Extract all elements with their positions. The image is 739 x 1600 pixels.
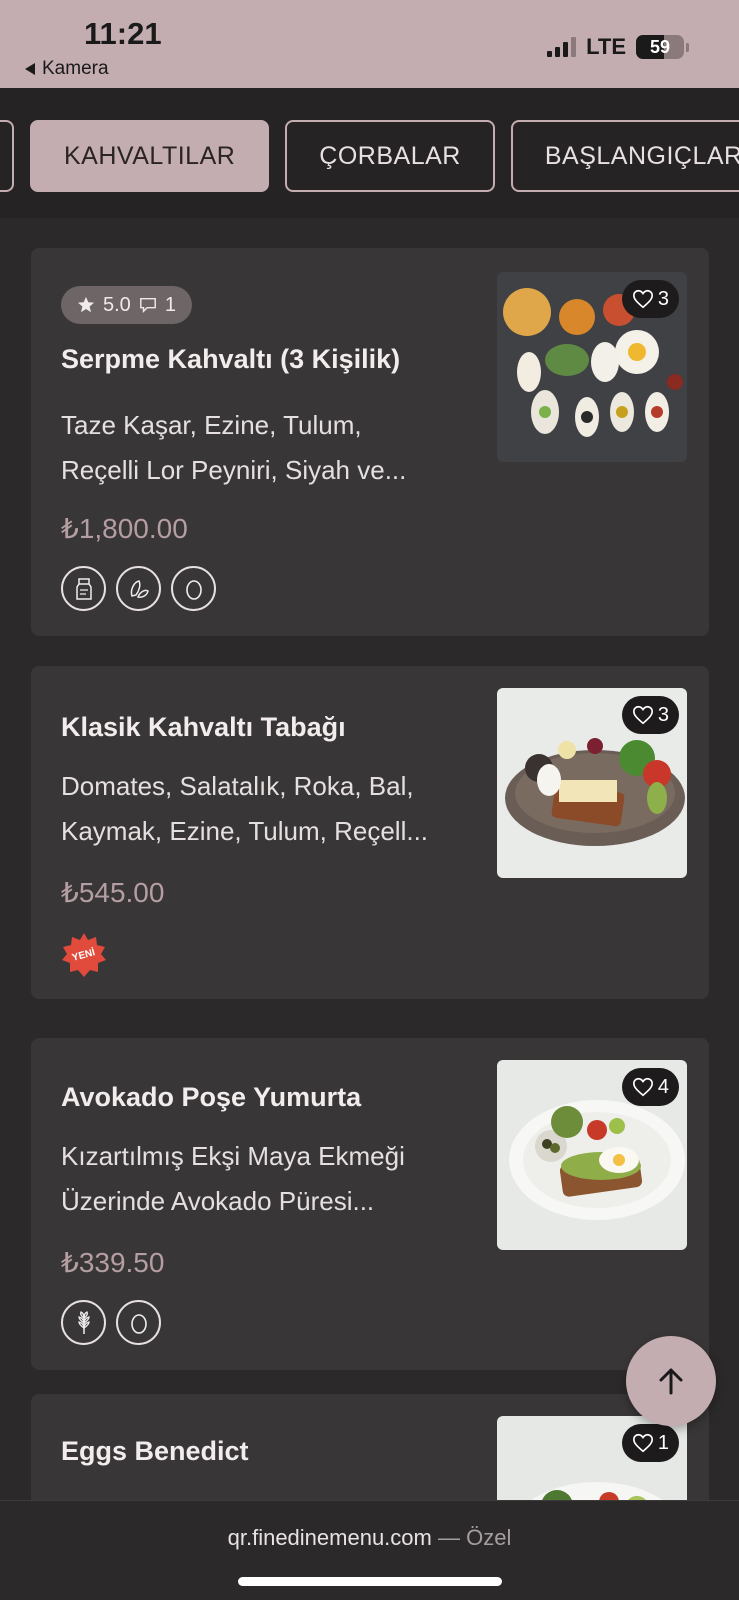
star-icon <box>77 296 95 313</box>
tab-baslangiclar[interactable]: BAŞLANGIÇLAR <box>510 120 739 192</box>
item-description: Domates, Salatalık, Roka, Bal, Kaymak, E… <box>61 771 429 846</box>
like-button[interactable]: 4 <box>621 1068 679 1106</box>
comment-count: 1 <box>164 293 176 316</box>
heart-icon <box>632 1077 653 1097</box>
item-description: Kızartılmış Ekşi Maya Ekmeği Üzerinde Av… <box>61 1141 405 1216</box>
menu-item-card[interactable]: 5.0 1 Serpme Kahvaltı (3 Kişilik) Taze K… <box>31 248 709 636</box>
menu-item-card[interactable]: Avokado Poşe Yumurta Kızartılmış Ekşi Ma… <box>31 1038 709 1370</box>
egg-icon <box>171 566 216 611</box>
item-title: Serpme Kahvaltı (3 Kişilik) <box>61 344 401 374</box>
egg-icon <box>116 1300 161 1345</box>
back-triangle-icon <box>25 63 35 75</box>
item-title: Eggs Benedict <box>61 1436 249 1466</box>
allergen-icons <box>61 1300 161 1345</box>
allergen-icons <box>61 566 216 611</box>
wheat-icon <box>61 1300 106 1345</box>
heart-icon <box>632 1433 653 1453</box>
item-price: ₺545.00 <box>61 877 165 908</box>
like-count: 4 <box>657 1075 669 1098</box>
item-photo[interactable]: 4 <box>497 1060 687 1250</box>
back-to-camera-link[interactable]: Kamera <box>24 58 109 80</box>
heart-icon <box>632 289 653 309</box>
status-indicators: LTE 59 <box>547 34 689 60</box>
rating-value: 5.0 <box>103 293 131 316</box>
item-price: ₺1,800.00 <box>61 513 188 544</box>
like-button[interactable]: 1 <box>621 1424 679 1462</box>
like-count: 1 <box>657 1431 669 1454</box>
url-display[interactable]: qr.finedinemenu.com — Özel <box>0 1525 739 1551</box>
browsing-mode: Özel <box>466 1525 512 1550</box>
item-title: Klasik Kahvaltı Tabağı <box>61 712 346 742</box>
arrow-up-icon <box>659 1368 683 1395</box>
url-text: qr.finedinemenu.com <box>227 1525 432 1550</box>
comment-icon <box>139 297 156 314</box>
home-indicator[interactable] <box>238 1577 502 1586</box>
new-badge: YENİ <box>61 932 107 978</box>
url-separator: — <box>437 1525 460 1550</box>
status-time: 11:21 <box>84 16 162 51</box>
browser-url-bar[interactable]: qr.finedinemenu.com — Özel <box>0 1500 739 1600</box>
like-count: 3 <box>657 703 669 726</box>
signal-icon <box>547 37 577 57</box>
tab-corbalar[interactable]: ÇORBALAR <box>285 120 495 192</box>
battery-level: 59 <box>649 36 671 57</box>
like-count: 3 <box>657 287 669 310</box>
status-bar: 11:21 Kamera LTE 59 <box>0 0 739 88</box>
like-button[interactable]: 3 <box>621 696 679 734</box>
scroll-to-top-button[interactable] <box>626 1336 716 1426</box>
like-button[interactable]: 3 <box>621 280 679 318</box>
tab-previous[interactable] <box>0 120 14 192</box>
item-photo[interactable]: 3 <box>497 688 687 878</box>
nuts-icon <box>116 566 161 611</box>
heart-icon <box>632 705 653 725</box>
item-price: ₺339.50 <box>61 1247 165 1278</box>
item-description: Taze Kaşar, Ezine, Tulum, Reçelli Lor Pe… <box>61 410 407 485</box>
item-photo[interactable]: 3 <box>497 272 687 462</box>
menu-item-card[interactable]: Klasik Kahvaltı Tabağı Domates, Salatalı… <box>31 666 709 999</box>
battery-icon: 59 <box>636 35 684 59</box>
item-title: Avokado Poşe Yumurta <box>61 1082 362 1112</box>
category-bar: KAHVALTILAR ÇORBALAR BAŞLANGIÇLAR <box>0 88 739 218</box>
rating-pill: 5.0 1 <box>61 286 192 324</box>
back-label: Kamera <box>42 58 109 79</box>
milk-icon <box>61 566 106 611</box>
tab-kahvaltilar[interactable]: KAHVALTILAR <box>30 120 270 192</box>
network-label: LTE <box>586 34 626 59</box>
